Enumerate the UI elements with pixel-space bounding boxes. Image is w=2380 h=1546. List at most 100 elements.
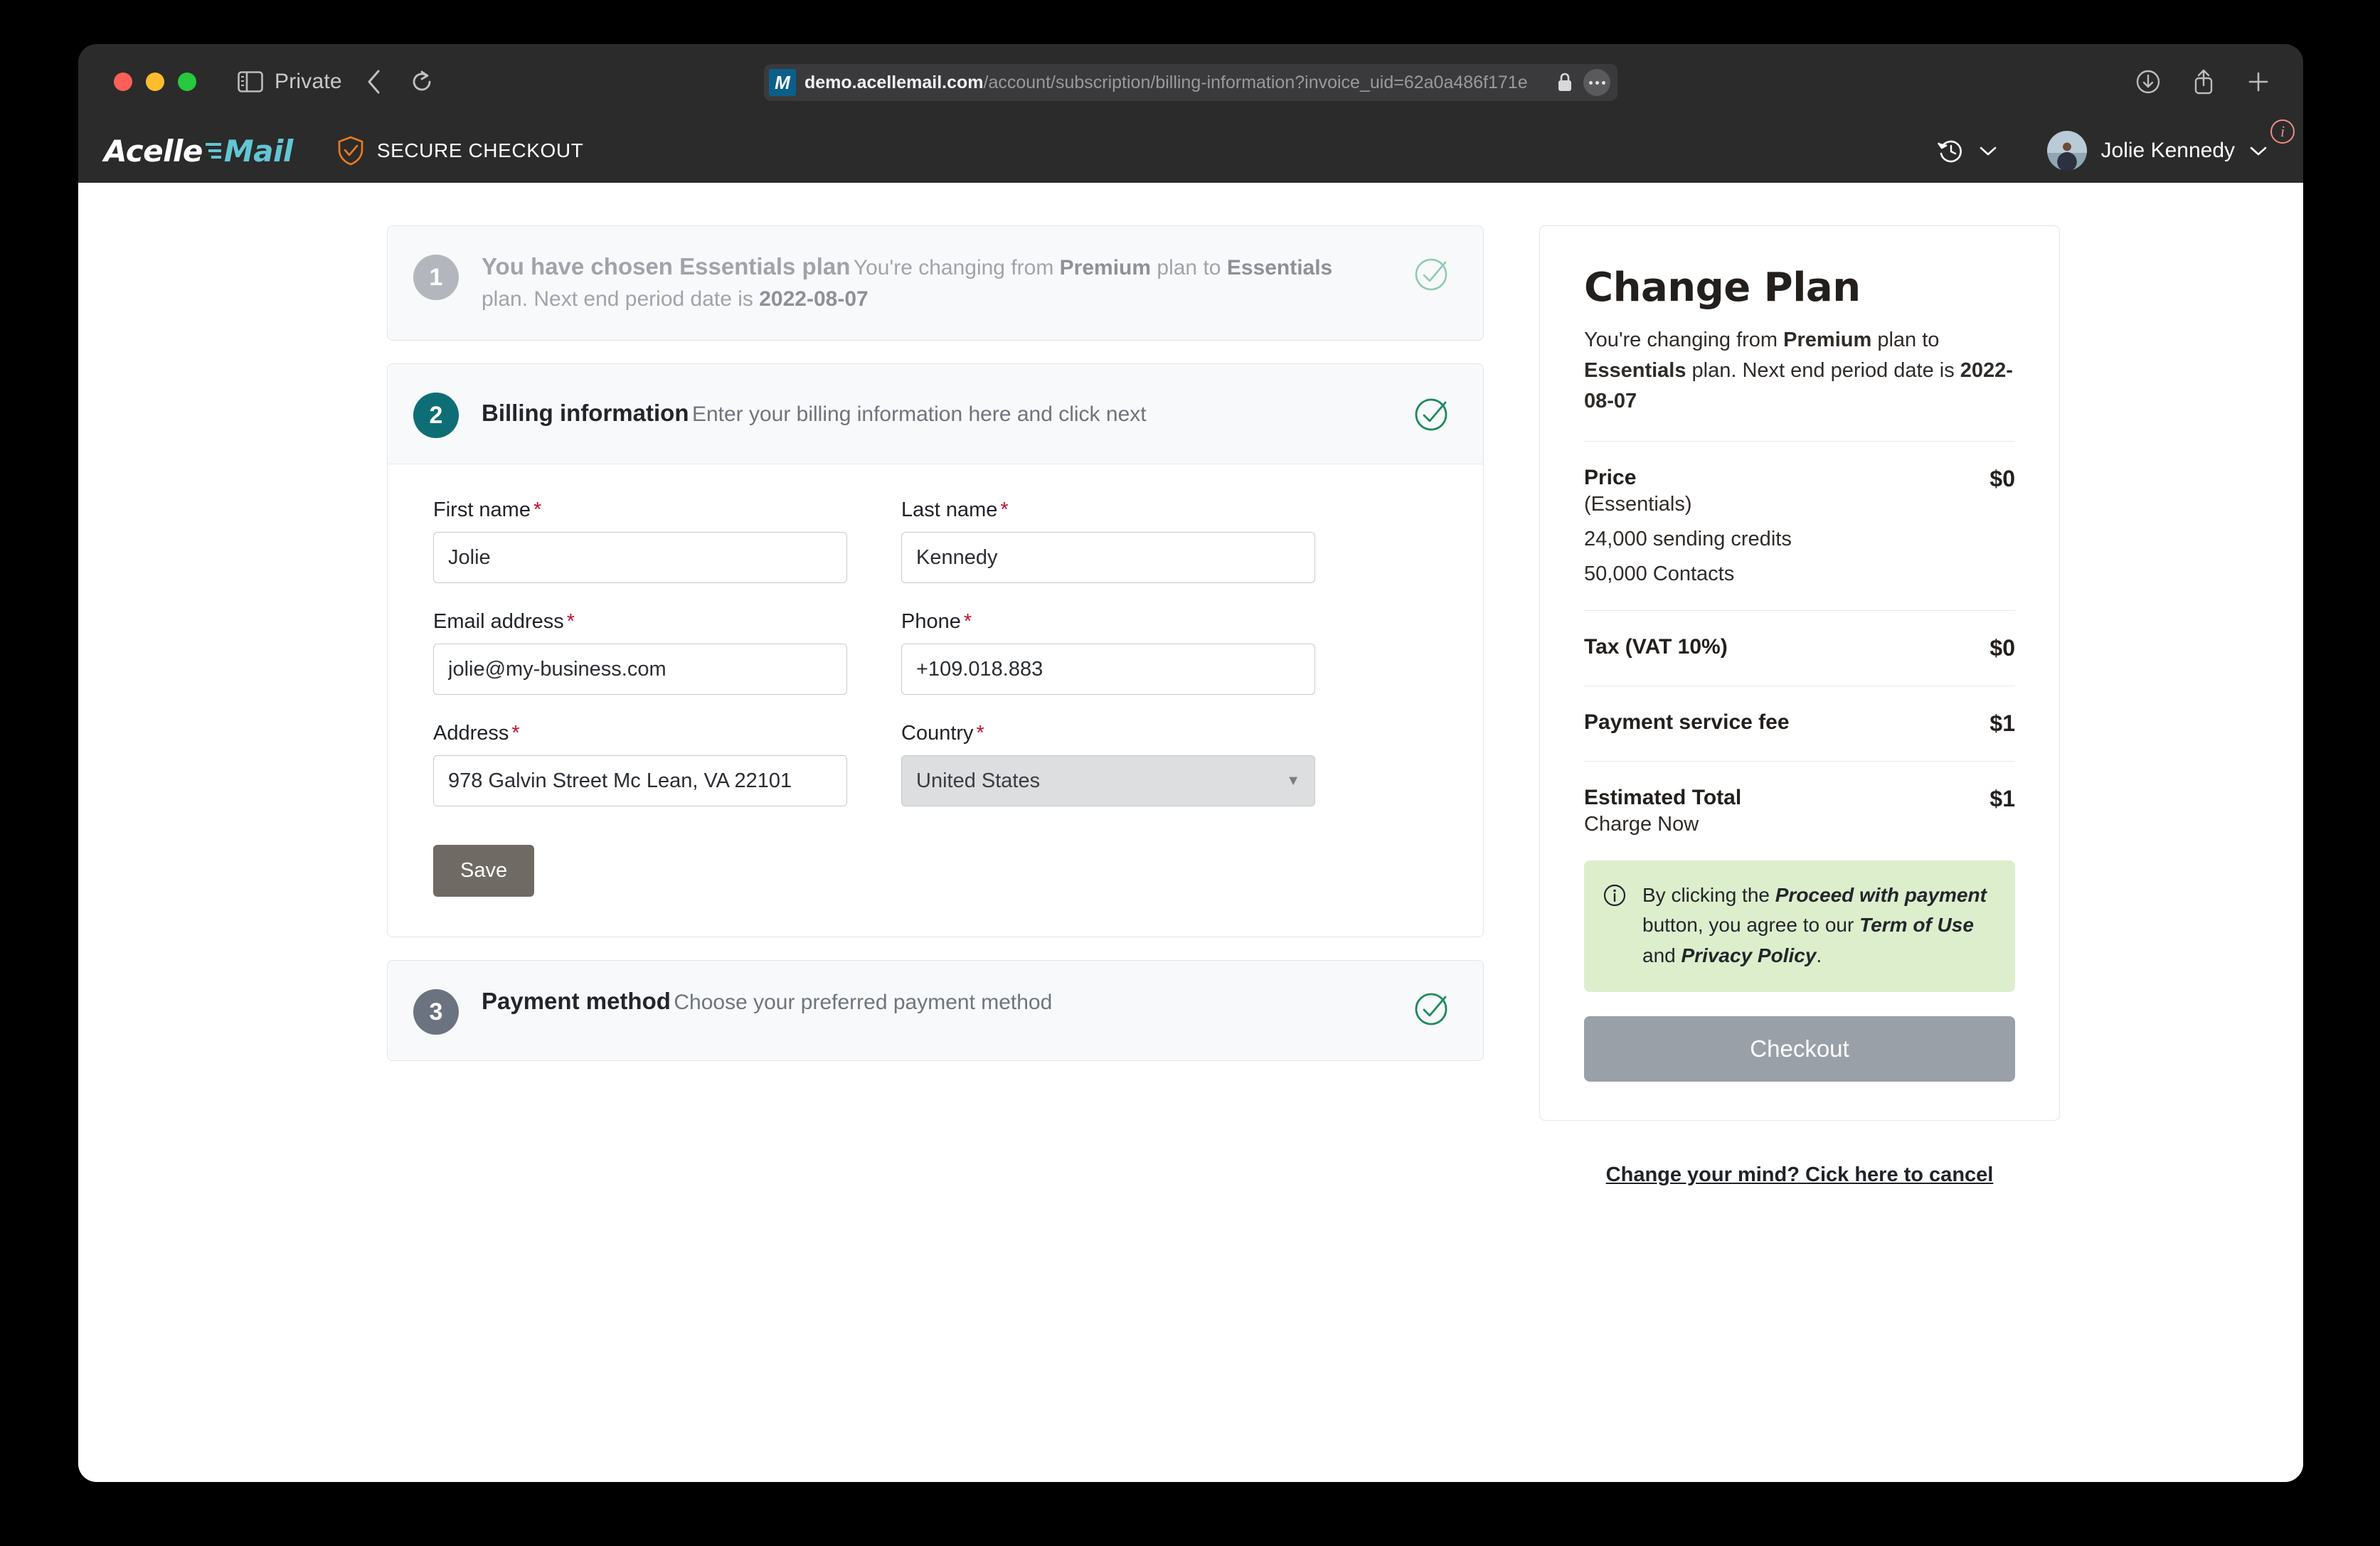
step-2-check <box>1413 395 1452 437</box>
phone-input[interactable] <box>901 644 1315 695</box>
step-1-sub-mid2: plan. Next end period date is <box>482 287 760 311</box>
panel-sub-prefix: You're changing from <box>1584 329 1784 351</box>
price-plan-name: (Essentials) <box>1584 492 1692 516</box>
first-name-input[interactable] <box>433 532 847 583</box>
total-amount: $1 <box>1989 785 2015 811</box>
step-card-2[interactable]: 2 Billing information Enter your billing… <box>387 363 1484 937</box>
address-input[interactable] <box>433 755 847 806</box>
country-select[interactable]: United States ▼ <box>901 755 1315 806</box>
logo-flag-icon <box>205 143 221 159</box>
step-1-sub-prefix: You're changing from <box>853 256 1060 279</box>
change-plan-panel: Change Plan You're changing from Premium… <box>1539 225 2060 1121</box>
step-card-3[interactable]: 3 Payment method Choose your preferred p… <box>387 960 1484 1061</box>
back-button[interactable] <box>366 69 382 95</box>
maximize-window-button[interactable] <box>178 72 196 91</box>
step-1-from-plan: Premium <box>1059 256 1152 279</box>
price-row-left: Price (Essentials) <box>1584 466 1692 516</box>
email-label-text: Email address <box>433 610 564 633</box>
notice-part-1: By clicking the <box>1642 883 1775 906</box>
terms-notice-text: By clicking the Proceed with payment but… <box>1642 880 1994 971</box>
panel-sub-mid: plan to <box>1871 329 1940 351</box>
step-2-header: 2 Billing information Enter your billing… <box>388 364 1483 464</box>
toolbar-right-actions <box>2135 44 2270 119</box>
step-2-title: Billing information <box>482 399 689 426</box>
close-window-button[interactable] <box>114 72 132 91</box>
lock-icon[interactable] <box>1556 72 1573 93</box>
user-menu-button[interactable]: Jolie Kennedy i <box>2046 119 2295 171</box>
last-name-label: Last name * <box>901 499 1315 522</box>
country-label: Country * <box>901 722 1315 745</box>
info-badge-icon[interactable]: i <box>2270 119 2295 144</box>
total-row: Estimated Total Charge Now $1 <box>1584 786 2015 836</box>
history-menu-button[interactable] <box>1936 136 1997 166</box>
window-controls[interactable] <box>114 72 196 91</box>
required-asterisk: * <box>963 610 972 633</box>
step-1-text: You have chosen Essentials plan You're c… <box>482 252 1391 314</box>
step-1-number: 1 <box>413 255 459 300</box>
chevron-down-icon: ▼ <box>1286 772 1300 789</box>
plus-icon[interactable] <box>2246 70 2270 94</box>
required-asterisk: * <box>566 610 575 633</box>
step-2-text: Billing information Enter your billing i… <box>482 398 1391 430</box>
desktop-background: Private M demo.acellemail.com/account/su… <box>0 0 2380 1546</box>
divider <box>1584 440 2015 442</box>
history-clock-icon <box>1937 140 1962 163</box>
page-viewport: Acelle Mail SECURE CHECKOUT Jolie Kenned… <box>78 119 2303 1482</box>
service-fee-row: Payment service fee $1 <box>1584 710 2015 737</box>
reload-icon <box>413 70 431 90</box>
sidebar-toggle-button[interactable] <box>238 70 263 92</box>
step-1-title: You have chosen Essentials plan <box>482 253 851 279</box>
address-bar-text: demo.acellemail.com/account/subscription… <box>804 73 1556 93</box>
checkout-steps-column: 1 You have chosen Essentials plan You're… <box>387 225 1484 1084</box>
panel-from-plan: Premium <box>1783 329 1872 351</box>
avatar <box>2046 131 2087 171</box>
reload-button[interactable] <box>410 70 433 94</box>
info-circle-icon <box>1603 884 1626 906</box>
step-1-header: 1 You have chosen Essentials plan You're… <box>388 226 1483 340</box>
panel-subtitle: You're changing from Premium plan to Ess… <box>1584 325 2015 417</box>
logo-text-acelle: Acelle <box>104 133 203 169</box>
step-3-check <box>1413 989 1452 1031</box>
step-card-1[interactable]: 1 You have chosen Essentials plan You're… <box>387 225 1484 341</box>
checkout-button[interactable]: Checkout <box>1584 1016 2015 1082</box>
required-asterisk: * <box>976 722 984 745</box>
panel-title: Change Plan <box>1584 265 1861 311</box>
address-bar[interactable]: M demo.acellemail.com/account/subscripti… <box>764 64 1617 101</box>
email-input[interactable] <box>433 644 847 695</box>
shield-check-icon <box>338 136 363 166</box>
content-wrapper: 1 You have chosen Essentials plan You're… <box>387 225 2060 1187</box>
email-group: Email address * <box>433 610 847 695</box>
price-amount: $0 <box>1989 465 2015 491</box>
privacy-policy-link[interactable]: Privacy Policy <box>1682 944 1817 966</box>
app-logo[interactable]: Acelle Mail <box>104 134 293 169</box>
private-mode-label: Private <box>275 69 342 93</box>
more-dots-icon[interactable] <box>1583 69 1610 96</box>
step-1-sub-mid: plan to <box>1151 256 1227 279</box>
app-header-right: Jolie Kennedy i <box>1936 119 2295 171</box>
step-1-to-plan: Essentials <box>1226 256 1333 279</box>
download-icon[interactable] <box>2135 69 2161 95</box>
save-button[interactable]: Save <box>433 845 535 897</box>
country-selected-value: United States <box>916 769 1041 792</box>
step-3-text: Payment method Choose your preferred pay… <box>482 986 1391 1018</box>
step-1-end-date: 2022-08-07 <box>759 287 868 311</box>
address-label-text: Address <box>433 722 509 745</box>
panel-sub-mid2: plan. Next end period date is <box>1686 358 1960 382</box>
country-label-text: Country <box>901 722 974 745</box>
terms-of-use-link[interactable]: Term of Use <box>1859 914 1974 936</box>
step-3-header: 3 Payment method Choose your preferred p… <box>388 961 1483 1060</box>
last-name-input[interactable] <box>901 532 1315 583</box>
minimize-window-button[interactable] <box>146 72 164 91</box>
last-name-group: Last name * <box>901 499 1315 583</box>
cancel-link[interactable]: Change your mind? Cick here to cancel <box>1539 1163 2060 1187</box>
step-3-number: 3 <box>413 989 459 1035</box>
back-chevron-icon <box>368 70 380 93</box>
check-circle-icon <box>1415 398 1447 430</box>
first-name-label-text: First name <box>433 499 531 521</box>
secure-checkout-badge: SECURE CHECKOUT <box>337 136 584 166</box>
step-3-title: Payment method <box>482 988 671 1014</box>
required-asterisk: * <box>533 499 542 521</box>
country-group: Country * United States ▼ <box>901 722 1315 806</box>
step-3-subtitle: Choose your preferred payment method <box>674 991 1053 1014</box>
share-icon[interactable] <box>2192 68 2215 95</box>
